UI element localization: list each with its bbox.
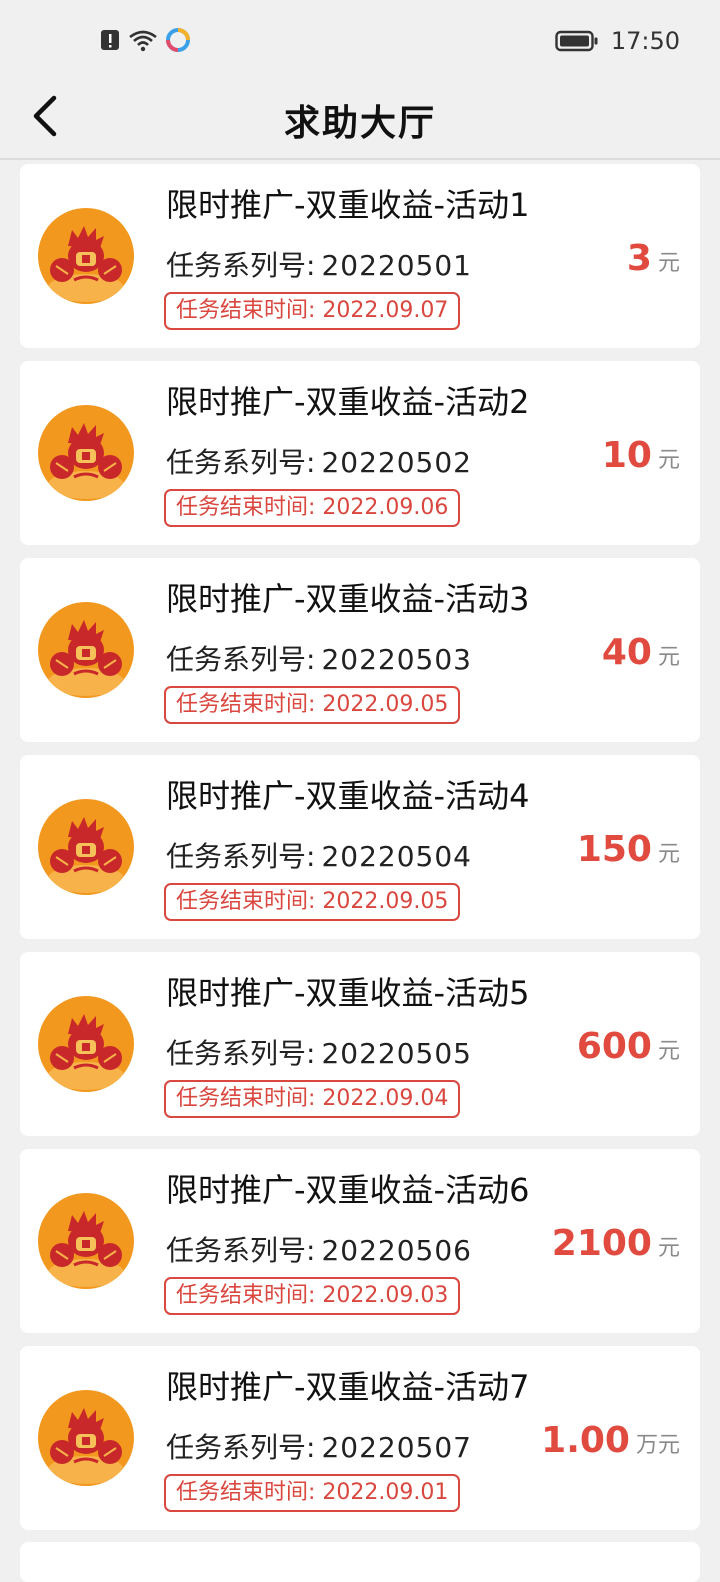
- navigation-bar: 求助大厅: [0, 82, 720, 160]
- task-serial: 任务系列号: 20220503: [166, 638, 472, 678]
- task-card[interactable]: 限时推广-双重收益-活动3 任务系列号: 20220503 任务结束时间: 202…: [20, 558, 700, 742]
- status-icons-left: [100, 28, 190, 52]
- mascot-avatar-icon: [38, 405, 134, 501]
- task-card[interactable]: 限时推广-双重收益-活动5 任务系列号: 20220505 任务结束时间: 202…: [20, 952, 700, 1136]
- app-notification-icon: [166, 28, 190, 52]
- mascot-avatar-icon: [38, 602, 134, 698]
- task-serial: 任务系列号: 20220504: [166, 835, 472, 875]
- task-serial-label: 任务系列号:: [166, 1431, 316, 1464]
- task-reward: 2100 元: [552, 1223, 680, 1264]
- task-serial-number: 20220505: [321, 1037, 472, 1070]
- task-title: 限时推广-双重收益-活动2: [166, 383, 530, 421]
- task-reward-amount: 2100: [551, 1223, 652, 1264]
- mascot-avatar-icon: [38, 799, 134, 895]
- task-serial: 任务系列号: 20220507: [166, 1426, 472, 1466]
- status-bar: 17:50: [0, 0, 720, 82]
- task-title: 限时推广-双重收益-活动7: [166, 1368, 530, 1406]
- task-deadline-badge: 任务结束时间: 2022.09.07: [164, 292, 461, 330]
- task-card[interactable]: 限时推广-双重收益-活动2 任务系列号: 20220502 任务结束时间: 202…: [20, 361, 700, 545]
- mascot-avatar-icon: [38, 1193, 134, 1289]
- task-serial-label: 任务系列号:: [166, 1037, 316, 1070]
- task-title: 限时推广-双重收益-活动4: [166, 777, 530, 815]
- task-serial-number: 20220507: [321, 1431, 472, 1464]
- task-reward: 3 元: [627, 238, 680, 279]
- task-serial-number: 20220501: [321, 249, 472, 282]
- task-reward-amount: 10: [601, 435, 652, 476]
- task-reward: 1.00 万元: [541, 1420, 680, 1461]
- task-reward-amount: 1.00: [541, 1420, 630, 1461]
- task-reward: 600 元: [577, 1026, 680, 1067]
- task-reward-unit: 元: [657, 448, 680, 473]
- task-reward-amount: 40: [601, 632, 652, 673]
- task-card[interactable]: 限时推广-双重收益-活动4 任务系列号: 20220504 任务结束时间: 202…: [20, 755, 700, 939]
- status-time: 17:50: [610, 27, 680, 55]
- task-serial: 任务系列号: 20220501: [166, 244, 472, 284]
- task-deadline-badge: 任务结束时间: 2022.09.05: [164, 686, 461, 724]
- task-reward-unit: 万元: [635, 1433, 680, 1458]
- task-reward-unit: 元: [657, 842, 680, 867]
- task-reward: 10 元: [602, 435, 680, 476]
- page-title: 求助大厅: [283, 103, 436, 144]
- status-icons-right: 17:50: [555, 27, 680, 55]
- task-reward-amount: 600: [576, 1026, 652, 1067]
- task-deadline-badge: 任务结束时间: 2022.09.04: [164, 1080, 461, 1118]
- task-card-partial[interactable]: [20, 1542, 700, 1582]
- task-serial-label: 任务系列号:: [166, 643, 316, 676]
- task-reward-unit: 元: [657, 251, 680, 276]
- task-serial-number: 20220504: [321, 840, 472, 873]
- task-deadline-badge: 任务结束时间: 2022.09.06: [164, 489, 461, 527]
- task-title: 限时推广-双重收益-活动3: [166, 580, 530, 618]
- task-serial-label: 任务系列号:: [166, 249, 316, 282]
- task-reward-amount: 3: [626, 238, 652, 279]
- task-serial-label: 任务系列号:: [166, 840, 316, 873]
- task-list: 限时推广-双重收益-活动1 任务系列号: 20220501 任务结束时间: 202…: [20, 164, 700, 1543]
- task-reward: 150 元: [577, 829, 680, 870]
- mascot-avatar-icon: [38, 1390, 134, 1486]
- task-title: 限时推广-双重收益-活动6: [166, 1171, 530, 1209]
- battery-icon: [555, 30, 598, 52]
- mascot-avatar-icon: [38, 208, 134, 304]
- task-title: 限时推广-双重收益-活动5: [166, 974, 530, 1012]
- wifi-icon: [129, 30, 157, 52]
- task-serial: 任务系列号: 20220506: [166, 1229, 472, 1269]
- mascot-avatar-icon: [38, 996, 134, 1092]
- task-title: 限时推广-双重收益-活动1: [166, 186, 530, 224]
- task-serial-label: 任务系列号:: [166, 1234, 316, 1267]
- task-serial-number: 20220502: [321, 446, 472, 479]
- task-card[interactable]: 限时推广-双重收益-活动1 任务系列号: 20220501 任务结束时间: 202…: [20, 164, 700, 348]
- task-reward-amount: 150: [576, 829, 652, 870]
- task-reward-unit: 元: [657, 1039, 680, 1064]
- alert-icon: [101, 30, 119, 50]
- task-deadline-badge: 任务结束时间: 2022.09.03: [164, 1277, 461, 1315]
- task-serial: 任务系列号: 20220505: [166, 1032, 472, 1072]
- task-serial-number: 20220506: [321, 1234, 472, 1267]
- task-deadline-badge: 任务结束时间: 2022.09.01: [164, 1474, 461, 1512]
- task-card[interactable]: 限时推广-双重收益-活动6 任务系列号: 20220506 任务结束时间: 202…: [20, 1149, 700, 1333]
- task-serial-number: 20220503: [321, 643, 472, 676]
- task-card[interactable]: 限时推广-双重收益-活动7 任务系列号: 20220507 任务结束时间: 202…: [20, 1346, 700, 1530]
- task-reward-unit: 元: [657, 645, 680, 670]
- task-deadline-badge: 任务结束时间: 2022.09.05: [164, 883, 461, 921]
- task-serial: 任务系列号: 20220502: [166, 441, 472, 481]
- task-serial-label: 任务系列号:: [166, 446, 316, 479]
- task-reward-unit: 元: [657, 1236, 680, 1261]
- task-reward: 40 元: [602, 632, 680, 673]
